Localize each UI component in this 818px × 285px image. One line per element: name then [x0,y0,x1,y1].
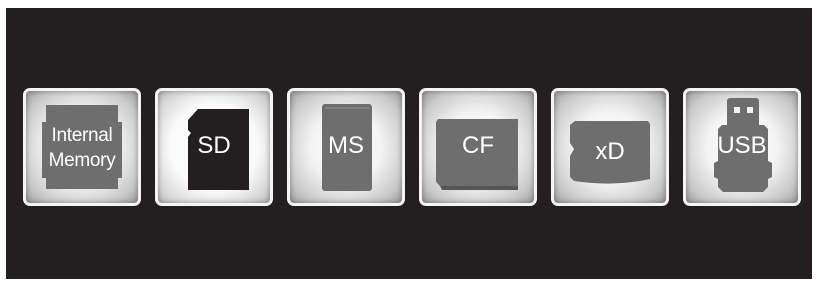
source-label-usb: USB [717,132,767,159]
storage-source-selector: Internal Memory SD MS CF xD USB [6,8,812,279]
source-tile-cf[interactable]: CF [419,88,537,206]
source-label-ms: MS [328,132,364,159]
source-tile-ms[interactable]: MS [287,88,405,206]
source-tile-usb[interactable]: USB [683,88,801,206]
source-label-cf: CF [462,132,494,159]
source-tile-xd[interactable]: xD [551,88,669,206]
source-label-sd: SD [197,132,231,159]
source-label-xd: xD [595,138,625,165]
source-tile-sd[interactable]: SD [155,88,273,206]
source-tile-internal-memory[interactable]: Internal Memory [23,88,141,206]
source-label-internal-memory: Internal Memory [48,125,116,171]
